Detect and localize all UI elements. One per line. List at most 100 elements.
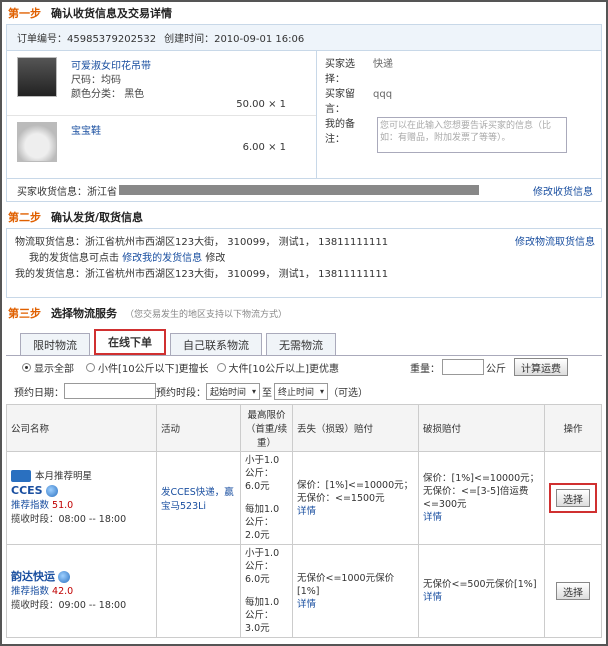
step2-number: 第二步 <box>8 211 41 224</box>
redacted-address <box>119 185 479 195</box>
products-section: 可爱淑女印花吊带 尺码：均码 颜色分类： 黑色 50.00 × 1 宝宝鞋 6.… <box>7 51 601 179</box>
tab-no-logistics[interactable]: 无需物流 <box>266 333 336 355</box>
product-thumbnail[interactable] <box>17 57 57 97</box>
loss-insured: 无保价<=1000元保价[1%] <box>297 572 395 597</box>
product-price: 50.00 × 1 <box>236 99 286 110</box>
loss-insured: 保价：[1%]<=10000元； <box>297 479 414 491</box>
product-price: 6.00 × 1 <box>242 142 286 153</box>
table-row: 本月推荐明星 CCES 推荐指数 51.0 揽收时段：08:00 -- 18:0… <box>6 451 602 545</box>
chat-icon[interactable] <box>58 571 70 583</box>
appointment-date-input[interactable] <box>64 383 156 399</box>
company-name[interactable]: CCES <box>11 484 43 497</box>
tab-timed-logistics[interactable]: 限时物流 <box>20 333 90 355</box>
step3-number: 第三步 <box>8 307 41 320</box>
col-activity: 活动 <box>156 404 241 452</box>
loss-detail-link[interactable]: 详情 <box>297 505 414 518</box>
radio-small[interactable] <box>86 362 95 372</box>
first-weight-price: 小于1.0公斤：6.0元 <box>245 548 280 585</box>
pickup-hours: 揽收时段：09:00 -- 18:00 <box>11 599 127 611</box>
max-price-cell: 小于1.0公斤：6.0元 每加1.0公斤：3.0元 <box>240 544 293 638</box>
damage-detail-link[interactable]: 详情 <box>423 591 540 604</box>
order-id-bar: 订单编号：45985379202532 创建时间：2010-09-01 16:0… <box>7 25 601 51</box>
damage-cell: 无保价<=500元保价[1%] 详情 <box>418 544 545 638</box>
product-color: 颜色分类： 黑色 <box>71 89 145 100</box>
step3-hint: （您交易发生的地区支持以下物流方式） <box>125 309 288 320</box>
company-name[interactable]: 韵达快运 <box>11 570 55 583</box>
badge-text: 本月推荐明星 <box>35 470 93 482</box>
seller-note-textarea[interactable]: 您可以在此输入您想要告诉买家的信息（比如：有赠品，附加发票了等等）。 <box>377 117 567 153</box>
order-created-time: 创建时间：2010-09-01 16:06 <box>164 34 305 45</box>
star-badge-icon <box>11 470 31 482</box>
buyer-choice-label: 买家选择： <box>325 59 355 85</box>
first-weight-price: 小于1.0公斤：6.0元 <box>245 455 280 492</box>
step1-title: 确认收货信息及交易详情 <box>51 7 172 20</box>
col-max-price: 最高限价（首重/续重） <box>240 404 293 452</box>
damage-uninsured: 无保价：<=[3-5]倍运费<=300元 <box>423 486 529 510</box>
company-cell: 韵达快运 推荐指数 42.0 揽收时段：09:00 -- 18:00 <box>6 544 157 638</box>
max-price-cell: 小于1.0公斤：6.0元 每加1.0公斤：2.0元 <box>240 451 293 545</box>
choose-button[interactable]: 选择 <box>556 582 590 600</box>
seller-note-label: 我的备注： <box>325 119 355 145</box>
appointment-period-label: 预约时段： <box>156 387 206 399</box>
tab-online-order[interactable]: 在线下单 <box>94 329 166 355</box>
product-name[interactable]: 可爱淑女印花吊带 <box>71 57 151 72</box>
loss-uninsured: 无保价：<=1500元 <box>297 492 385 504</box>
rec-value: 51.0 <box>52 499 74 511</box>
company-cell: 本月推荐明星 CCES 推荐指数 51.0 揽收时段：08:00 -- 18:0… <box>6 451 157 545</box>
col-company: 公司名称 <box>6 404 157 452</box>
activity-link[interactable]: 发CCES快递，赢宝马523Li <box>156 451 241 545</box>
product-thumbnail[interactable] <box>17 122 57 162</box>
product-item: 可爱淑女印花吊带 尺码：均码 颜色分类： 黑色 50.00 × 1 <box>7 51 316 115</box>
radio-large[interactable] <box>216 362 226 372</box>
calculate-shipping-button[interactable]: 计算运费 <box>514 358 568 376</box>
product-item: 宝宝鞋 6.00 × 1 <box>7 115 316 179</box>
edit-receive-address-link[interactable]: 修改收货信息 <box>533 183 593 198</box>
filter-row: 显示全部 小件[10公斤以下]更擅长 大件[10公斤以上]更优惠 重量： 公斤 … <box>6 356 602 378</box>
choose-button[interactable]: 选择 <box>556 489 590 507</box>
logistics-table: 公司名称 活动 最高限价（首重/续重） 丢失（损毁）赔付 破损赔付 操作 本月推… <box>6 404 602 638</box>
product-list: 可爱淑女印花吊带 尺码：均码 颜色分类： 黑色 50.00 × 1 宝宝鞋 6.… <box>7 51 317 178</box>
weight-input[interactable] <box>442 359 484 375</box>
logistics-tabs: 限时物流 在线下单 自己联系物流 无需物流 <box>6 329 602 356</box>
step1-number: 第一步 <box>8 7 41 20</box>
buyer-info: 买家选择： 快递 买家留言： qqq 我的备注： 您可以在此输入您想要告诉买家的信息… <box>317 51 601 178</box>
product-size: 尺码：均码 <box>71 75 121 86</box>
start-time-select[interactable]: 起始时间 <box>206 382 261 400</box>
edit-pickup-link[interactable]: 修改物流取货信息 <box>515 235 595 251</box>
radio-large-label: 大件[10公斤以上]更优惠 <box>228 363 340 375</box>
rec-label: 推荐指数 <box>11 585 50 597</box>
edit-ship-info-link[interactable]: 修改我的发货信息 <box>122 253 202 264</box>
extra-weight-price: 每加1.0公斤：2.0元 <box>245 504 280 541</box>
step1-header: 第一步 确认收货信息及交易详情 <box>2 2 606 24</box>
receive-address-label: 买家收货信息： <box>17 186 87 198</box>
weight-label: 重量： <box>410 363 440 375</box>
appointment-date-label: 预约日期： <box>14 387 64 399</box>
buyer-message-value: qqq <box>373 89 393 100</box>
col-damage-comp: 破损赔付 <box>418 404 545 452</box>
end-time-select[interactable]: 终止时间 <box>274 382 329 400</box>
rec-label: 推荐指数 <box>11 499 50 511</box>
pickup-info: 物流取货信息：浙江省杭州市西湖区123大街， 310099， 测试1， 1381… <box>15 237 389 248</box>
damage-insured: 保价：[1%]<=10000元； <box>423 473 540 484</box>
loss-cell: 保价：[1%]<=10000元； 无保价：<=1500元 详情 <box>292 451 419 545</box>
damage-detail-link[interactable]: 详情 <box>423 511 540 524</box>
action-cell: 选择 <box>544 451 602 545</box>
tab-self-contact[interactable]: 自己联系物流 <box>170 333 262 355</box>
damage-insured: 无保价<=500元保价[1%] <box>423 579 537 590</box>
table-header-row: 公司名称 活动 最高限价（首重/续重） 丢失（损毁）赔付 破损赔付 操作 <box>6 404 602 452</box>
loss-detail-link[interactable]: 详情 <box>297 598 414 611</box>
step2-title: 确认发货/取货信息 <box>51 211 144 224</box>
to-label: 至 <box>262 387 273 399</box>
activity-cell <box>156 544 241 638</box>
col-action: 操作 <box>544 404 602 452</box>
order-details-box: 订单编号：45985379202532 创建时间：2010-09-01 16:0… <box>6 24 602 202</box>
chat-icon[interactable] <box>45 485 58 497</box>
order-page: 第一步 确认收货信息及交易详情 订单编号：45985379202532 创建时间… <box>0 0 608 646</box>
buyer-message-label: 买家留言： <box>325 89 355 115</box>
action-cell: 选择 <box>544 544 602 638</box>
radio-show-all[interactable] <box>22 362 31 372</box>
loss-cell: 无保价<=1000元保价[1%] 详情 <box>292 544 419 638</box>
ship-info: 我的发货信息：浙江省杭州市西湖区123大街， 310099， 测试1， 1381… <box>15 269 389 280</box>
optional-label: （可选） <box>328 387 369 399</box>
product-name[interactable]: 宝宝鞋 <box>71 122 101 137</box>
